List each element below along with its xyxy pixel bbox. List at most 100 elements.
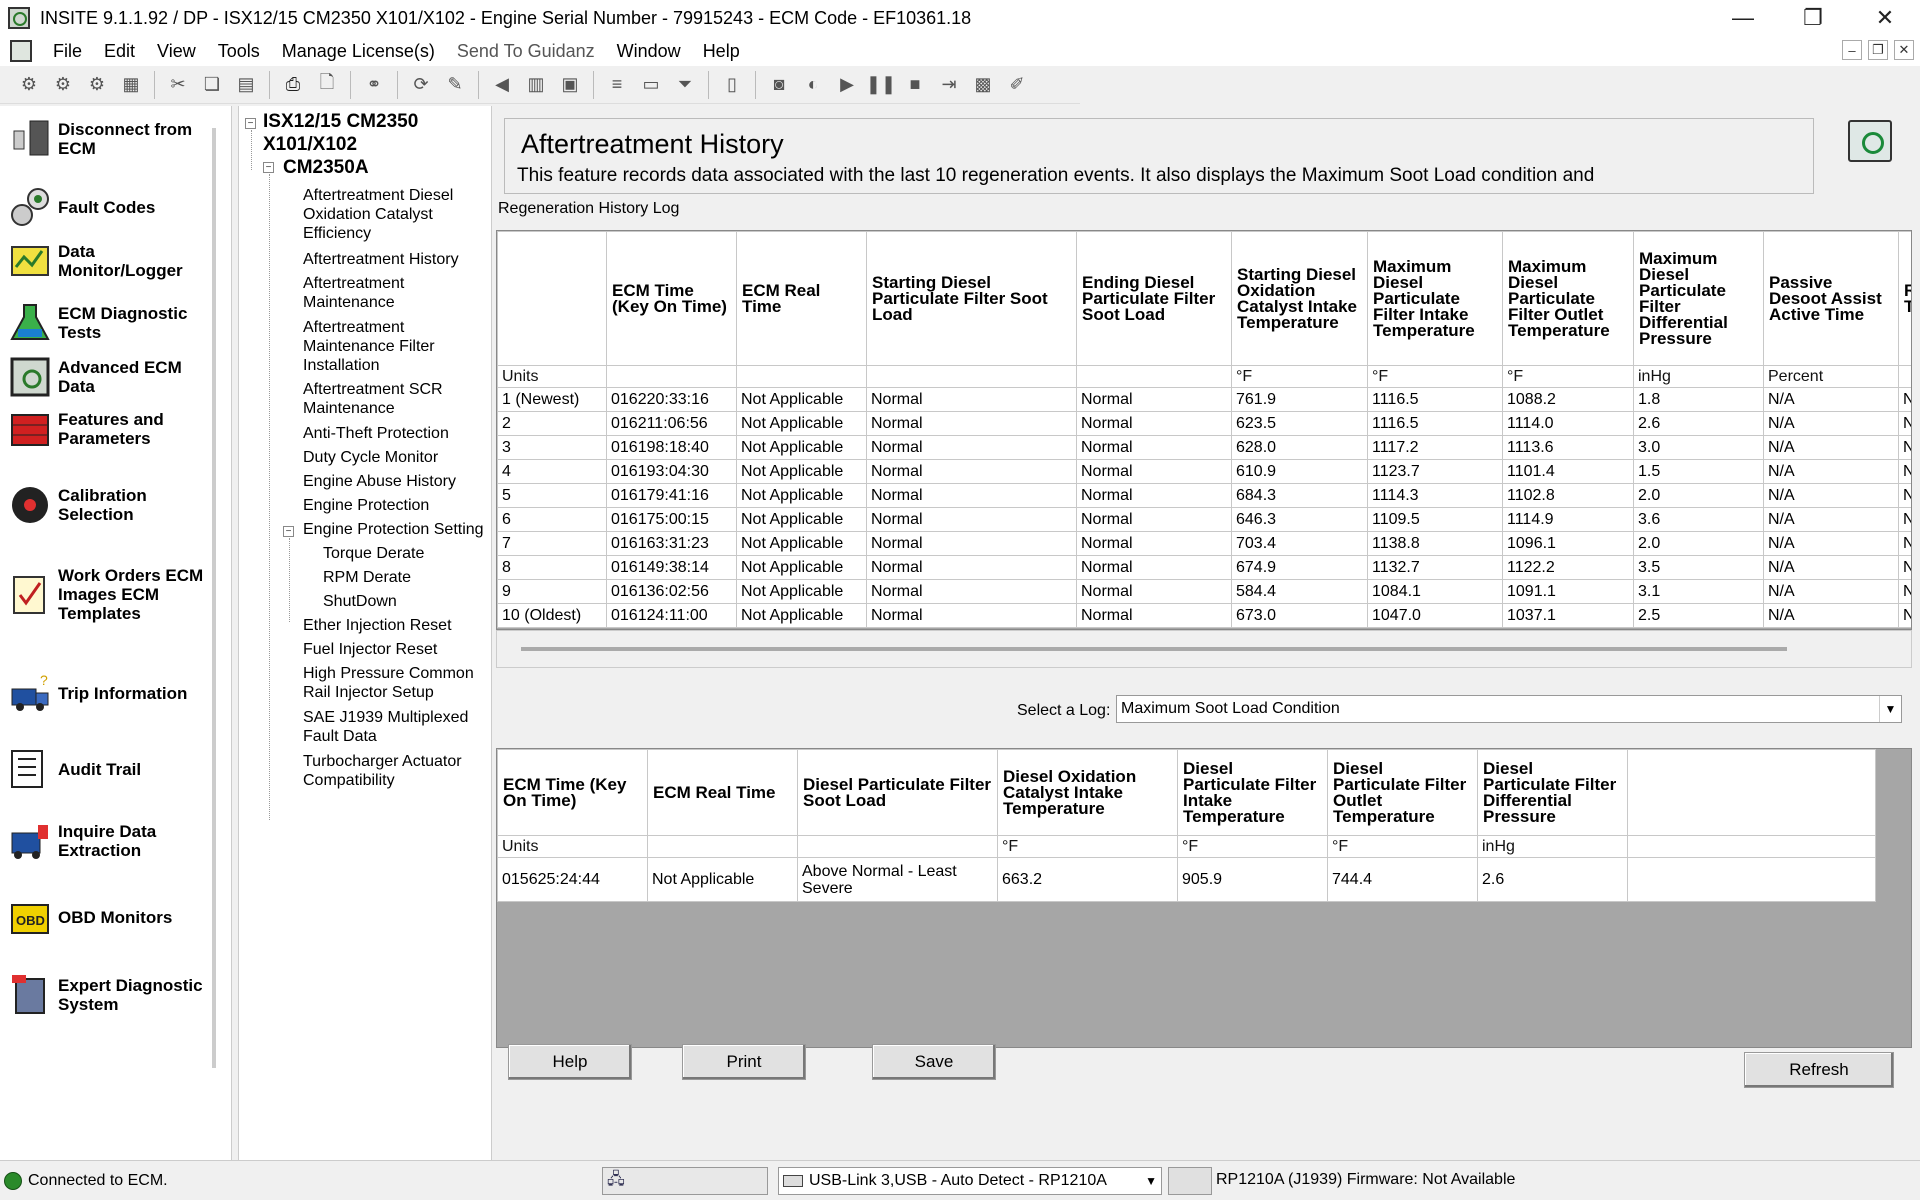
- chevron-down-icon[interactable]: ▼: [1879, 696, 1901, 722]
- paste-icon[interactable]: ▤: [233, 72, 259, 98]
- tree-item[interactable]: Aftertreatment Maintenance Filter Instal…: [303, 318, 483, 375]
- table-row[interactable]: 3 016198:18:40 Not Applicable Normal Normal 6…: [497, 435, 1911, 460]
- nav-ecm-diagnostic-tests[interactable]: ECM Diagnostic Tests: [6, 298, 221, 348]
- print-preview-icon[interactable]: 🗋: [314, 72, 340, 98]
- tree-item[interactable]: Turbocharger Actuator Compatibility: [303, 752, 483, 790]
- column-header[interactable]: Starting Diesel Particulate Filter Soot …: [866, 231, 1077, 366]
- column-header[interactable]: Diesel Particulate Filter Differential P…: [1477, 749, 1628, 836]
- tree-item[interactable]: High Pressure Common Rail Injector Setup: [303, 664, 483, 702]
- nav-obd-monitors[interactable]: OBD OBD Monitors: [6, 892, 221, 942]
- menu-file[interactable]: File: [42, 41, 93, 62]
- menu-edit[interactable]: Edit: [93, 41, 146, 62]
- table-row[interactable]: 7 016163:31:23 Not Applicable Normal Normal 7…: [497, 531, 1911, 556]
- page-icon[interactable]: ▯: [719, 72, 745, 98]
- tree-item[interactable]: Torque Derate: [323, 544, 424, 563]
- column-header[interactable]: ECM Real Time: [736, 231, 867, 366]
- table-row[interactable]: 015625:24:44 Not Applicable Above Normal…: [497, 857, 1876, 902]
- column-header[interactable]: Maximum Diesel Particulate Filter Outlet…: [1502, 231, 1634, 366]
- column-header[interactable]: Ending Diesel Particulate Filter Soot Lo…: [1076, 231, 1232, 366]
- menu-tools[interactable]: Tools: [207, 41, 271, 62]
- tree-node-cm2350a[interactable]: CM2350A: [283, 156, 369, 179]
- nav-advanced-ecm-data[interactable]: Advanced ECM Data: [6, 352, 221, 402]
- close-button[interactable]: ✕: [1856, 0, 1914, 36]
- nav-expert-diagnostic-system[interactable]: Expert Diagnostic System: [6, 970, 221, 1020]
- nav-calibration-selection[interactable]: Calibration Selection: [6, 480, 221, 530]
- table-row[interactable]: 2 016211:06:56 Not Applicable Normal Normal 6…: [497, 411, 1911, 436]
- nav-audit-trail[interactable]: Audit Trail: [6, 744, 221, 794]
- menu-view[interactable]: View: [146, 41, 207, 62]
- nav-features-parameters[interactable]: Features and Parameters: [6, 404, 221, 454]
- export-icon[interactable]: ⇥: [936, 72, 962, 98]
- tree-item[interactable]: ShutDown: [323, 592, 397, 611]
- column-header[interactable]: Diesel Particulate Filter Intake Tempera…: [1177, 749, 1328, 836]
- play-icon[interactable]: ▶: [834, 72, 860, 98]
- mdi-close-icon[interactable]: ✕: [1894, 40, 1914, 60]
- mdi-minimize-icon[interactable]: –: [1842, 40, 1862, 60]
- tree-collapse-icon[interactable]: −: [245, 118, 256, 129]
- refresh-icon[interactable]: ⟳: [408, 72, 434, 98]
- tree-collapse-icon[interactable]: −: [283, 526, 294, 537]
- table-row[interactable]: 8 016149:38:14 Not Applicable Normal Normal 6…: [497, 555, 1911, 580]
- scrollbar-thumb[interactable]: [521, 647, 1787, 651]
- tree-item[interactable]: Duty Cycle Monitor: [303, 448, 483, 467]
- column-header[interactable]: ECM Time (Key On Time): [497, 749, 648, 836]
- tree-item[interactable]: Engine Protection Setting: [303, 520, 493, 539]
- table-row[interactable]: 9 016136:02:56 Not Applicable Normal Normal 5…: [497, 579, 1911, 604]
- tree-item[interactable]: Engine Protection: [303, 496, 483, 515]
- column-header[interactable]: Maximum Diesel Particulate Filter Differ…: [1633, 231, 1764, 366]
- list-icon[interactable]: ≡: [604, 72, 630, 98]
- tree-item[interactable]: Aftertreatment Diesel Oxidation Catalyst…: [303, 186, 483, 243]
- column-header[interactable]: Maximum Diesel Particulate Filter Intake…: [1367, 231, 1503, 366]
- chart-icon[interactable]: ▩: [970, 72, 996, 98]
- menu-send-to-guidanz[interactable]: Send To Guidanz: [446, 41, 606, 62]
- pause-icon[interactable]: ❚❚: [866, 72, 896, 98]
- nav-fault-codes[interactable]: Fault Codes: [6, 182, 221, 232]
- tree-item[interactable]: Ether Injection Reset: [303, 616, 483, 635]
- device-icon[interactable]: ▣: [557, 72, 583, 98]
- document-icon[interactable]: [10, 40, 32, 62]
- filter-icon[interactable]: ⏷: [672, 72, 698, 98]
- column-header[interactable]: ECM Time (Key On Time): [606, 231, 737, 366]
- table-row[interactable]: 10 (Oldest) 016124:11:00 Not Applicable Nor…: [497, 603, 1911, 628]
- tree-item[interactable]: Anti-Theft Protection: [303, 424, 483, 443]
- wrench-icon[interactable]: ✎: [442, 72, 468, 98]
- table-row[interactable]: 4 016193:04:30 Not Applicable Normal Normal 6…: [497, 459, 1911, 484]
- camera-icon[interactable]: ◙: [766, 72, 792, 98]
- stop-icon[interactable]: ■: [902, 72, 928, 98]
- column-header[interactable]: Diesel Particulate Filter Soot Load: [797, 749, 998, 836]
- regeneration-history-grid[interactable]: ECM Time (Key On Time) ECM Real Time Sta…: [496, 230, 1912, 630]
- tree-item[interactable]: Aftertreatment History: [303, 250, 483, 269]
- record-icon[interactable]: ◐: [800, 72, 826, 98]
- nav-data-monitor[interactable]: Data Monitor/Logger: [6, 236, 221, 286]
- nav-inquire-data-extraction[interactable]: Inquire Data Extraction: [6, 816, 221, 866]
- minimize-button[interactable]: —: [1714, 0, 1772, 36]
- table-row[interactable]: 6 016175:00:15 Not Applicable Normal Normal 6…: [497, 507, 1911, 532]
- speaker-icon[interactable]: ◀: [489, 72, 515, 98]
- nav-trip-information[interactable]: ? Trip Information: [6, 668, 221, 718]
- notes-icon[interactable]: ✐: [1004, 72, 1030, 98]
- horizontal-scrollbar[interactable]: [496, 630, 1912, 668]
- column-header[interactable]: Diesel Particulate Filter Outlet Tempera…: [1327, 749, 1478, 836]
- gear-icon[interactable]: ⚙: [84, 72, 110, 98]
- nav-disconnect[interactable]: Disconnect from ECM: [6, 114, 221, 164]
- tree-item[interactable]: Aftertreatment SCR Maintenance: [303, 380, 483, 418]
- maximize-button[interactable]: ❐: [1784, 0, 1842, 36]
- adapter-select[interactable]: USB-Link 3,USB - Auto Detect - RP1210A ▼: [778, 1167, 1162, 1195]
- tree-item[interactable]: Aftertreatment Maintenance: [303, 274, 483, 312]
- column-header[interactable]: Diesel Oxidation Catalyst Intake Tempera…: [997, 749, 1178, 836]
- select-log-dropdown[interactable]: Maximum Soot Load Condition ▼: [1116, 695, 1902, 723]
- column-header[interactable]: Passive Desoot Assist Active Time: [1763, 231, 1899, 366]
- tree-collapse-icon[interactable]: −: [263, 162, 274, 173]
- soot-load-grid[interactable]: ECM Time (Key On Time) ECM Real Time Die…: [496, 748, 1912, 1048]
- tree-item[interactable]: Fuel Injector Reset: [303, 640, 483, 659]
- refresh-button[interactable]: Refresh: [1744, 1052, 1894, 1088]
- stack-icon[interactable]: ▥: [523, 72, 549, 98]
- column-header[interactable]: Starting Diesel Oxidation Catalyst Intak…: [1231, 231, 1368, 366]
- save-button[interactable]: Save: [872, 1044, 996, 1080]
- connect-icon[interactable]: ⚙: [16, 72, 42, 98]
- tree-root[interactable]: ISX12/15 CM2350 X101/X102: [263, 110, 463, 156]
- sim-icon[interactable]: ⚙: [50, 72, 76, 98]
- nav-work-orders[interactable]: Work Orders ECM Images ECM Templates: [6, 566, 221, 623]
- column-header[interactable]: Re Ti: [1898, 231, 1911, 366]
- menu-window[interactable]: Window: [606, 41, 692, 62]
